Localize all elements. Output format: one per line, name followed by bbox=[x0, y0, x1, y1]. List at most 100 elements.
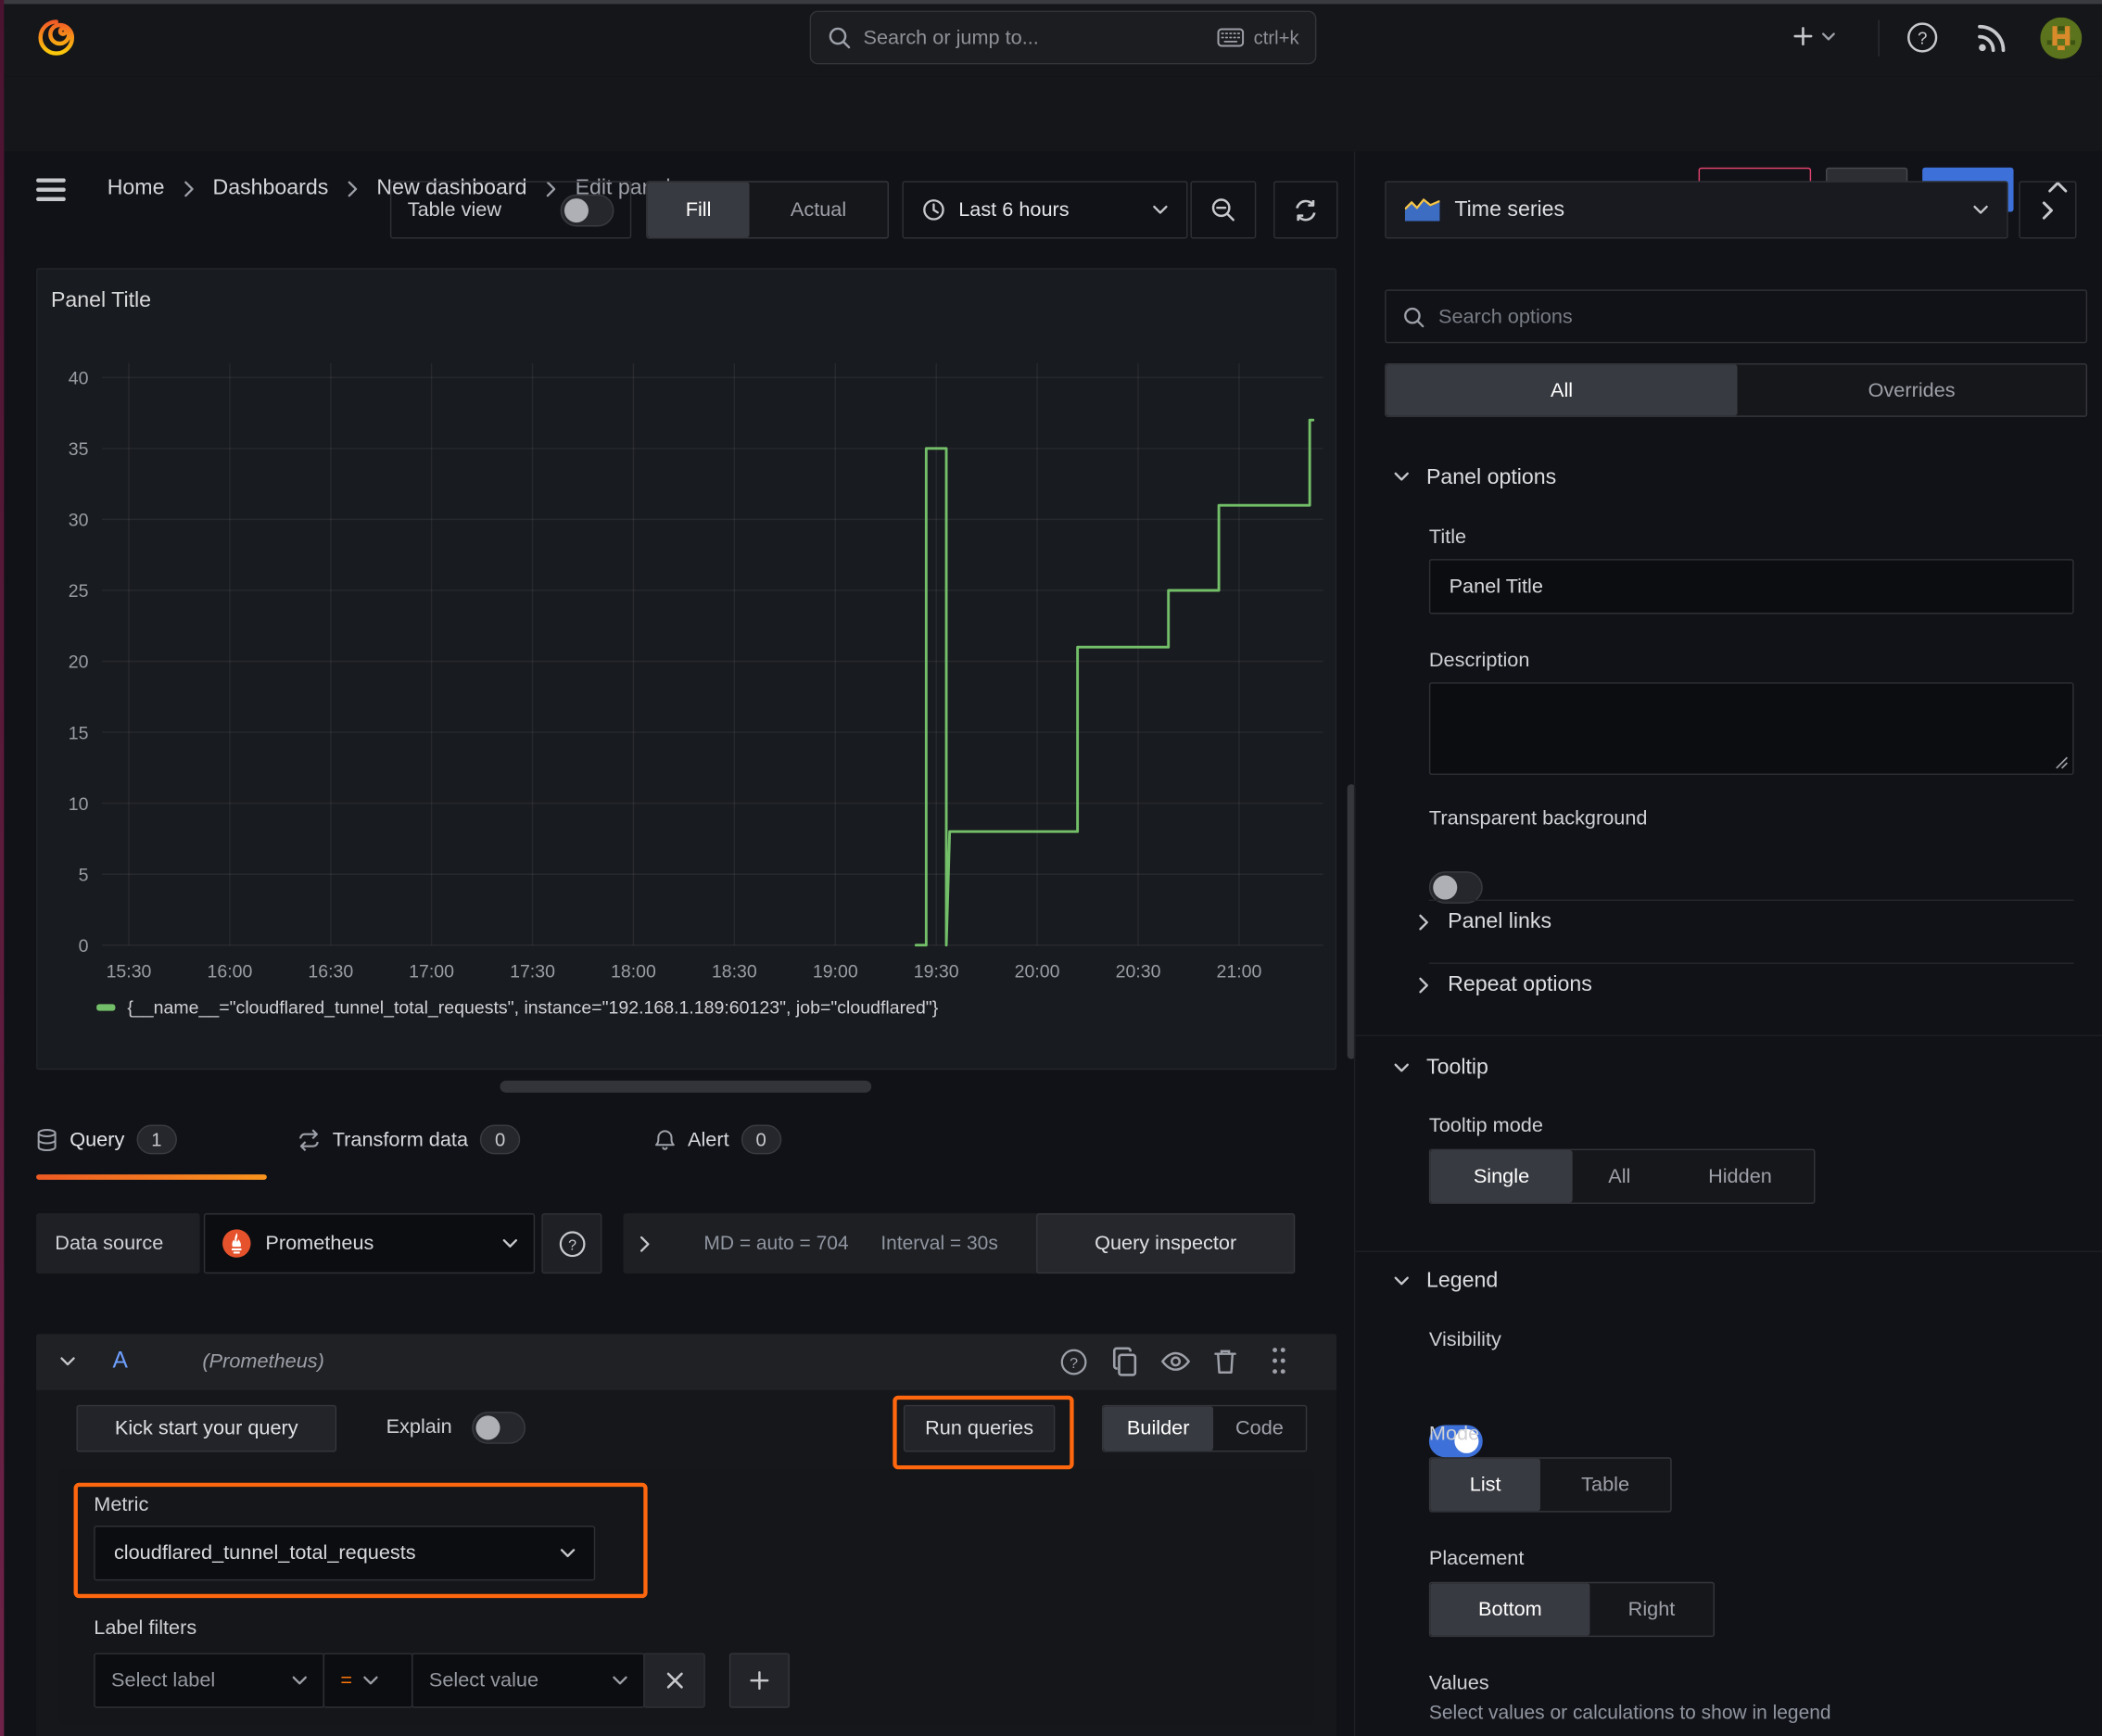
breadcrumb-bar: Home Dashboards New dashboard Edit panel… bbox=[0, 76, 2102, 212]
delete-query-button[interactable] bbox=[1213, 1348, 1237, 1375]
tooltip-collapse[interactable] bbox=[1394, 1063, 1409, 1072]
remove-filter-button[interactable] bbox=[643, 1653, 705, 1708]
help-button[interactable]: ? bbox=[1904, 19, 1942, 57]
title-input[interactable]: Panel Title bbox=[1428, 559, 2074, 615]
keyboard-shortcut: ctrl+k bbox=[1217, 27, 1299, 48]
svg-text:20:00: 20:00 bbox=[1015, 961, 1060, 982]
fill-option[interactable]: Fill bbox=[647, 182, 750, 238]
svg-text:17:00: 17:00 bbox=[409, 961, 454, 982]
builder-option[interactable]: Builder bbox=[1103, 1406, 1214, 1451]
kick-start-query-button[interactable]: Kick start your query bbox=[76, 1404, 337, 1452]
add-filter-button[interactable] bbox=[728, 1653, 790, 1708]
tab-transform-count: 0 bbox=[480, 1124, 521, 1155]
query-row-header[interactable]: A (Prometheus) ? bbox=[36, 1334, 1337, 1390]
bell-icon bbox=[655, 1129, 675, 1150]
legend-heading[interactable]: Legend bbox=[1426, 1270, 1498, 1294]
max-data-points-stat: MD = auto = 704 bbox=[703, 1232, 849, 1255]
window-left-edge bbox=[0, 0, 5, 1736]
svg-text:20:30: 20:30 bbox=[1116, 961, 1161, 982]
operator-dropdown[interactable]: = bbox=[323, 1653, 413, 1708]
legend-list-option[interactable]: List bbox=[1430, 1458, 1540, 1512]
code-option[interactable]: Code bbox=[1213, 1406, 1306, 1451]
query-ref-id: A bbox=[112, 1347, 128, 1374]
clock-icon bbox=[923, 199, 944, 221]
duplicate-query-button[interactable] bbox=[1110, 1346, 1140, 1378]
tab-all[interactable]: All bbox=[1386, 364, 1738, 416]
tab-query-count: 1 bbox=[136, 1124, 177, 1155]
news-button[interactable] bbox=[1975, 20, 2010, 56]
tooltip-heading[interactable]: Tooltip bbox=[1426, 1057, 1488, 1081]
timeseries-viz-icon bbox=[1404, 198, 1440, 222]
chevron-down-icon[interactable] bbox=[60, 1357, 75, 1366]
tab-overrides[interactable]: Overrides bbox=[1738, 364, 2086, 415]
repeat-options-collapse[interactable] bbox=[1418, 977, 1429, 994]
add-new-button[interactable] bbox=[1792, 25, 1835, 46]
svg-text:5: 5 bbox=[79, 865, 89, 885]
chart-legend-item[interactable]: {__name__="cloudflared_tunnel_total_requ… bbox=[96, 997, 938, 1018]
query-inspector-button[interactable]: Query inspector bbox=[1036, 1213, 1296, 1274]
tooltip-all-option[interactable]: All bbox=[1573, 1150, 1666, 1202]
grafana-logo-icon[interactable] bbox=[36, 18, 76, 57]
tooltip-mode-segment: Single All Hidden bbox=[1428, 1148, 1816, 1204]
tab-query[interactable]: Query 1 bbox=[36, 1121, 177, 1159]
tab-transform-data[interactable]: Transform data 0 bbox=[298, 1121, 521, 1159]
placement-bottom-option[interactable]: Bottom bbox=[1430, 1583, 1590, 1636]
table-view-toggle[interactable] bbox=[560, 194, 614, 226]
panel-options-collapse[interactable] bbox=[1394, 472, 1409, 481]
svg-text:17:30: 17:30 bbox=[510, 961, 555, 982]
menu-button[interactable] bbox=[36, 178, 66, 201]
svg-text:21:00: 21:00 bbox=[1217, 961, 1262, 982]
divider bbox=[1428, 899, 2074, 902]
repeat-options-heading[interactable]: Repeat options bbox=[1448, 973, 1592, 997]
chevron-down-icon bbox=[1394, 1276, 1409, 1286]
chevron-right-icon[interactable] bbox=[639, 1235, 651, 1251]
resize-handle-icon[interactable] bbox=[2055, 756, 2069, 769]
panel-preview: Panel Title 0 5 10 15 20 25 30 35 40 15:30 16:00 16… bbox=[36, 268, 1338, 1071]
actual-option[interactable]: Actual bbox=[750, 183, 888, 237]
breadcrumb-home[interactable]: Home bbox=[108, 177, 165, 201]
zoom-out-button[interactable] bbox=[1190, 181, 1257, 239]
svg-text:30: 30 bbox=[69, 511, 89, 531]
svg-text:20: 20 bbox=[69, 653, 89, 673]
select-label-dropdown[interactable]: Select label bbox=[94, 1653, 325, 1708]
placement-right-option[interactable]: Right bbox=[1589, 1583, 1713, 1635]
refresh-icon bbox=[1296, 198, 1316, 221]
section-divider bbox=[1355, 1250, 2102, 1252]
datasource-label: Data source bbox=[55, 1232, 164, 1255]
svg-text:19:00: 19:00 bbox=[813, 961, 858, 982]
explain-toggle[interactable] bbox=[472, 1412, 526, 1444]
hide-query-button[interactable] bbox=[1160, 1351, 1191, 1372]
svg-text:?: ? bbox=[567, 1236, 576, 1253]
grip-icon bbox=[1273, 1348, 1285, 1375]
description-textarea[interactable] bbox=[1428, 682, 2074, 776]
query-help-button[interactable]: ? bbox=[1057, 1346, 1090, 1378]
panel-links-collapse[interactable] bbox=[1418, 914, 1429, 931]
avatar[interactable] bbox=[2040, 17, 2083, 59]
panel-links-heading[interactable]: Panel links bbox=[1448, 910, 1551, 934]
drag-query-handle[interactable] bbox=[1271, 1346, 1286, 1375]
search-options-input[interactable]: Search options bbox=[1385, 289, 2088, 344]
legend-table-option[interactable]: Table bbox=[1540, 1459, 1670, 1511]
resize-drag-handle[interactable] bbox=[500, 1080, 872, 1093]
time-range-picker[interactable]: Last 6 hours bbox=[902, 181, 1188, 239]
breadcrumb-dashboards[interactable]: Dashboards bbox=[213, 177, 329, 201]
run-queries-annotation-box bbox=[893, 1395, 1074, 1470]
panel-options-heading[interactable]: Panel options bbox=[1426, 466, 1556, 490]
visualization-picker[interactable]: Time series bbox=[1385, 181, 2008, 239]
description-label: Description bbox=[1428, 649, 1530, 672]
tooltip-single-option[interactable]: Single bbox=[1430, 1150, 1573, 1203]
svg-text:?: ? bbox=[1918, 29, 1927, 48]
tooltip-hidden-option[interactable]: Hidden bbox=[1666, 1150, 1814, 1202]
select-value-dropdown[interactable]: Select value bbox=[412, 1653, 645, 1708]
refresh-button[interactable] bbox=[1273, 181, 1338, 239]
time-series-chart[interactable]: 0 5 10 15 20 25 30 35 40 15:30 16:00 16:30 17:00 17:3… bbox=[38, 270, 1338, 1071]
chevron-down-icon bbox=[362, 1676, 378, 1685]
datasource-picker[interactable]: Prometheus bbox=[203, 1213, 536, 1274]
tab-alert[interactable]: Alert 0 bbox=[654, 1121, 781, 1159]
legend-placement-segment: Bottom Right bbox=[1428, 1581, 1715, 1638]
legend-collapse[interactable] bbox=[1394, 1276, 1409, 1286]
datasource-help-button[interactable]: ? bbox=[541, 1213, 602, 1274]
collapse-options-pane-button[interactable] bbox=[2019, 181, 2077, 239]
global-search-input[interactable]: Search or jump to... ctrl+k bbox=[809, 10, 1317, 65]
zoom-out-icon bbox=[1211, 198, 1235, 222]
